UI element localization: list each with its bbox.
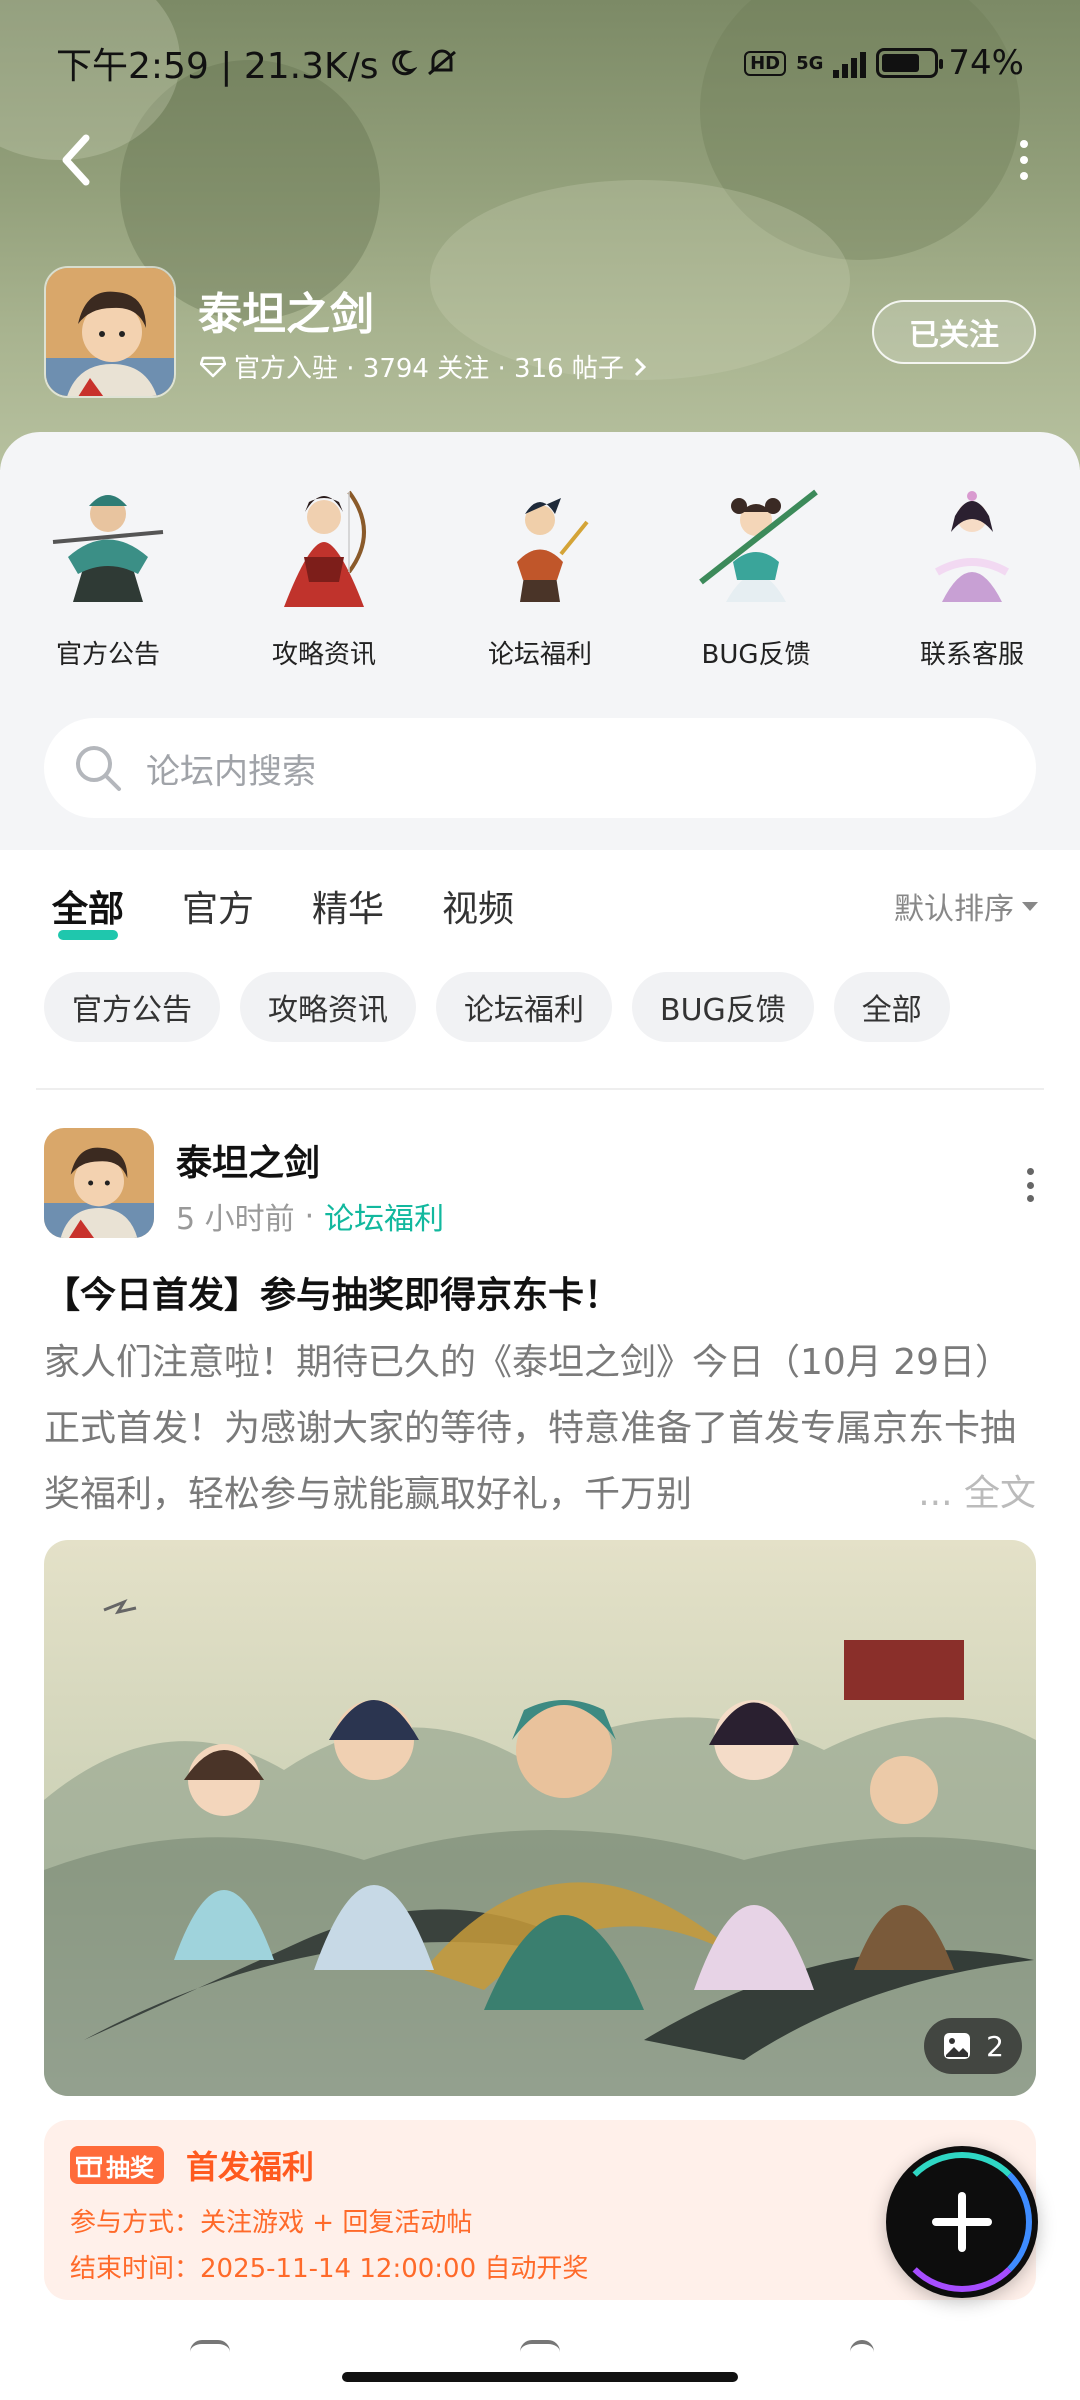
battery-percent: 74% [948, 43, 1024, 83]
bottom-tab-hint [190, 2340, 230, 2352]
game-stats: 官方入驻 · 3794 关注 · 316 帖子 [234, 354, 624, 384]
category-item-bug-report[interactable]: BUG反馈 [648, 462, 864, 671]
battery-icon [876, 48, 944, 78]
post-more-icon[interactable] [1024, 1168, 1036, 1202]
post-time: 5 小时前 [176, 1202, 295, 1237]
search-placeholder: 论坛内搜索 [146, 751, 316, 792]
more-options-icon[interactable] [1012, 140, 1036, 180]
category-chips: 官方公告 攻略资讯 论坛福利 BUG反馈 全部 [44, 972, 950, 1042]
lottery-method: 参与方式：关注游戏 + 回复活动帖 [70, 2208, 473, 2238]
post-title[interactable]: 【今日首发】参与抽奖即得京东卡！ [44, 1266, 620, 1318]
category-label: 攻略资讯 [271, 640, 376, 670]
game-meta[interactable]: 官方入驻 · 3794 关注 · 316 帖子 [200, 348, 648, 385]
chip-all[interactable]: 全部 [833, 972, 950, 1042]
post-author-name[interactable]: 泰坦之剑 [176, 1134, 320, 1186]
signal-icon [833, 48, 867, 78]
category-label: 官方公告 [55, 640, 160, 670]
image-count: 2 [986, 2029, 1004, 2063]
post-filter-tabs: 全部 官方 精华 视频 [52, 880, 514, 940]
tab-official[interactable]: 官方 [182, 880, 254, 932]
swordsman-figure-icon [517, 498, 589, 602]
meta-separator: · [304, 1198, 315, 1234]
category-label: 论坛福利 [487, 640, 592, 670]
category-item-guides[interactable]: 攻略资讯 [216, 462, 432, 671]
archer-figure-icon [284, 490, 366, 607]
mute-icon [427, 49, 456, 76]
category-label: 联系客服 [919, 640, 1024, 670]
sort-dropdown[interactable]: 默认排序 [894, 884, 1038, 928]
diamond-icon [200, 356, 226, 377]
status-bar: 下午2:59 | 21.3K/s HD 5G 74% [56, 38, 1024, 88]
follow-button[interactable]: 已关注 [872, 300, 1036, 364]
post-author-avatar[interactable] [44, 1128, 154, 1238]
post-category-link[interactable]: 论坛福利 [324, 1194, 444, 1238]
divider [36, 1088, 1044, 1090]
search-icon [76, 746, 121, 791]
post-excerpt[interactable]: 家人们注意啦！期待已久的《泰坦之剑》今日（10月 29日）正式首发！为感谢大家的… [44, 1330, 1036, 1528]
chip-bug-report[interactable]: BUG反馈 [632, 972, 814, 1042]
game-title: 泰坦之剑 [198, 289, 374, 340]
image-icon [944, 2033, 971, 2059]
home-indicator[interactable] [342, 2372, 738, 2382]
category-grid: 官方公告 攻略资讯 论坛福利 BUG反馈 联系客服 [0, 462, 1080, 671]
post-meta: 5 小时前 · 论坛福利 [176, 1194, 444, 1238]
lottery-end-time: 结束时间：2025-11-14 12:00:00 自动开奖 [70, 2254, 589, 2284]
lady-figure-icon [935, 491, 1009, 602]
caret-down-icon [1022, 901, 1038, 911]
sort-label: 默认排序 [894, 892, 1014, 927]
warrior-figure-icon [52, 495, 164, 602]
artwork-image [44, 1540, 1036, 2096]
category-item-customer-service[interactable]: 联系客服 [864, 462, 1080, 671]
image-count-badge: 2 [924, 2018, 1022, 2074]
spear-girl-figure-icon [699, 489, 818, 602]
forum-search-input[interactable]: 论坛内搜索 [44, 718, 1036, 818]
lottery-badge-label: 抽奖 [106, 2153, 154, 2182]
game-avatar[interactable] [44, 266, 176, 398]
lottery-badge: 抽奖 [70, 2146, 164, 2184]
gift-icon [76, 2156, 102, 2178]
network-label: 5G [796, 52, 824, 74]
create-post-button[interactable] [886, 2146, 1038, 2298]
hd-badge: HD [744, 50, 787, 76]
chip-welfare[interactable]: 论坛福利 [436, 972, 612, 1042]
post-image[interactable]: 2 [44, 1540, 1036, 2096]
forum-panel: 官方公告 攻略资讯 论坛福利 BUG反馈 联系客服 论坛内搜索 [0, 432, 1080, 850]
category-item-welfare[interactable]: 论坛福利 [432, 462, 648, 671]
moon-icon [391, 50, 417, 76]
bottom-tab-hint [850, 2340, 874, 2352]
game-header-banner: 下午2:59 | 21.3K/s HD 5G 74% 泰坦之剑 官方入驻 · 3… [0, 0, 1080, 470]
status-time: 下午2:59 | 21.3K/s [56, 46, 379, 87]
back-icon[interactable] [52, 128, 102, 192]
chevron-right-icon [634, 357, 647, 376]
tab-video[interactable]: 视频 [442, 880, 514, 932]
bottom-tab-hint [520, 2340, 560, 2352]
fab-ring [892, 2152, 1032, 2292]
tab-featured[interactable]: 精华 [312, 880, 384, 932]
read-full-link[interactable]: ... 全文 [908, 1461, 1036, 1527]
lottery-title: 首发福利 [186, 2148, 315, 2186]
chip-guides[interactable]: 攻略资讯 [240, 972, 416, 1042]
tab-all[interactable]: 全部 [52, 880, 124, 940]
category-label: BUG反馈 [701, 640, 811, 670]
category-item-announcement[interactable]: 官方公告 [0, 462, 216, 671]
chip-announcement[interactable]: 官方公告 [44, 972, 220, 1042]
